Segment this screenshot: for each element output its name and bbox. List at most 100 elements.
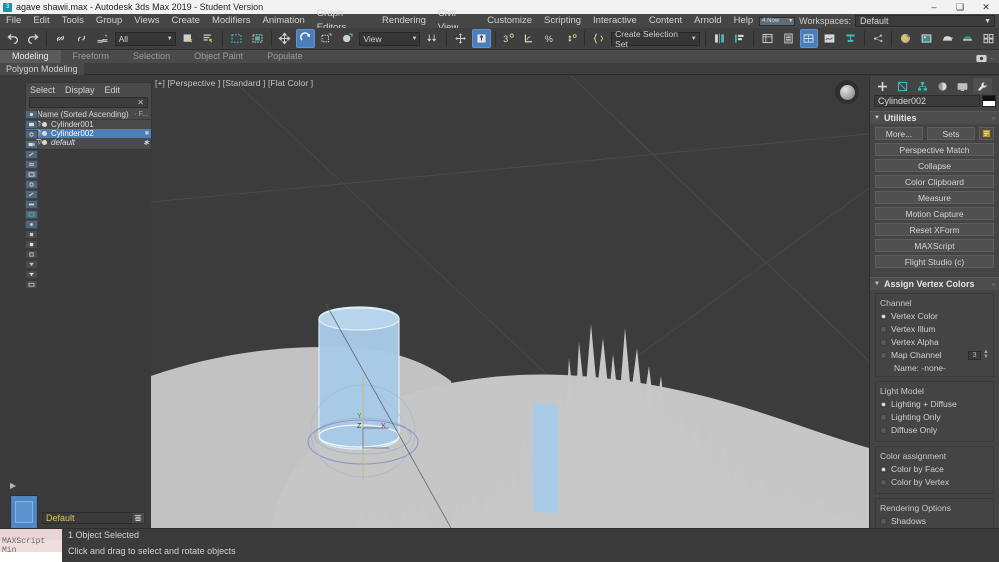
filter-funnel-icon[interactable] [25,270,38,279]
utilities-tab[interactable] [973,78,992,94]
menu-rendering[interactable]: Rendering [376,14,432,28]
layer-explorer-icon[interactable] [758,29,777,48]
motion-capture-button[interactable]: Motion Capture [875,207,994,220]
object-color-swatch[interactable] [982,95,996,107]
color-clipboard-button[interactable]: Color Clipboard [875,175,994,188]
filter-xrefs-icon[interactable] [25,210,38,219]
modify-tab[interactable] [893,78,912,94]
menu-content[interactable]: Content [643,14,688,28]
hierarchy-tab[interactable] [913,78,932,94]
maximize-button[interactable]: ❑ [947,0,973,14]
menu-arnold[interactable]: Arnold [688,14,727,28]
filter-hidden-icon[interactable] [25,220,38,229]
menu-customize[interactable]: Customize [481,14,538,28]
align-objects-icon[interactable] [730,29,749,48]
window-crossing-icon[interactable] [248,29,267,48]
named-selection-sets-icon[interactable] [589,29,608,48]
bind-to-space-warp-icon[interactable] [93,29,112,48]
map-channel-spinner[interactable]: 3 [968,350,982,360]
menu-edit[interactable]: Edit [27,14,55,28]
render-production-icon[interactable] [938,29,957,48]
more-button[interactable]: More... [875,127,923,140]
render-setup-icon[interactable] [896,29,915,48]
radio-vertex-alpha[interactable]: Vertex Alpha [880,337,989,347]
filter-selected-icon[interactable] [25,240,38,249]
menu-animation[interactable]: Animation [257,14,311,28]
filter-shapes-icon[interactable] [25,130,38,139]
scene-explorer-icon[interactable] [779,29,798,48]
create-tab[interactable] [873,78,892,94]
explorer-menu-select[interactable]: Select [30,85,55,95]
redo-button[interactable] [24,29,43,48]
menu-group[interactable]: Group [90,14,128,28]
select-and-place-icon[interactable] [338,29,357,48]
close-button[interactable]: ✕ [973,0,999,14]
selection-filter-combo[interactable]: All ▼ [114,31,176,46]
select-and-link-icon[interactable] [51,29,70,48]
select-and-move-icon[interactable] [275,29,294,48]
explorer-menu-edit[interactable]: Edit [105,85,121,95]
explorer-filter-strip[interactable] [25,110,40,289]
ribbon-tab-selection[interactable]: Selection [121,50,182,63]
radio-lighting-only[interactable]: Lighting Only [880,412,989,422]
menu-help[interactable]: Help [728,14,760,28]
angle-snap-toggle-icon[interactable] [520,29,539,48]
menu-file[interactable]: File [0,14,27,28]
reset-xform-button[interactable]: Reset XForm [875,223,994,236]
ribbon-subtab-polygon-modeling[interactable]: Polygon Modeling [0,62,84,75]
menu-tools[interactable]: Tools [56,14,90,28]
maxscript-listener-input[interactable] [0,552,62,562]
filter-camera-view-icon[interactable] [25,280,38,289]
mirror-geometry-icon[interactable] [710,29,729,48]
list-item[interactable]: 👁 default ✱ [26,138,151,147]
viewport-perspective[interactable]: Y Z X [+] [Perspective ] [Standard ] [Fl… [151,76,869,528]
motion-tab[interactable] [933,78,952,94]
material-preview-slot[interactable] [10,495,38,529]
explorer-expand-handle[interactable]: ▶ [10,480,24,491]
close-icon[interactable]: ✕ [137,98,147,107]
ribbon-tab-modeling[interactable]: Modeling [0,50,61,63]
undo-button[interactable] [3,29,22,48]
filter-sort-icon[interactable] [25,260,38,269]
filter-helpers-icon[interactable] [25,160,38,169]
curve-editor-icon[interactable] [820,29,839,48]
create-selection-set-combo[interactable]: Create Selection Set ▼ [611,29,700,49]
ribbon-tab-populate[interactable]: Populate [255,50,315,63]
maxscript-button[interactable]: MAXScript [875,239,994,252]
radio-lighting-plus-diffuse[interactable]: Lighting + Diffuse [880,399,989,409]
perspective-match-button[interactable]: Perspective Match [875,143,994,156]
menu-create[interactable]: Create [165,14,206,28]
schematic-view-icon[interactable] [841,29,860,48]
select-object-icon[interactable] [179,29,198,48]
radio-vertex-illum[interactable]: Vertex Illum [880,324,989,334]
rendered-frame-window-icon[interactable] [917,29,936,48]
filter-frozen-icon[interactable] [25,230,38,239]
utilities-rollout-header[interactable]: ▼ Utilities ▫ [870,111,999,124]
filter-all-icon[interactable] [25,110,38,119]
ribbon-tab-freeform[interactable]: Freeform [61,50,122,63]
particle-view-icon[interactable] [869,29,888,48]
assign-vertex-colors-header[interactable]: ▼ Assign Vertex Colors ▫ [870,277,999,290]
menu-modifiers[interactable]: Modifiers [206,14,257,28]
collapse-button[interactable]: Collapse [875,159,994,172]
filter-bones-icon[interactable] [25,190,38,199]
render-iterative-icon[interactable] [959,29,978,48]
flight-studio-button[interactable]: Flight Studio (c) [875,255,994,268]
viewport-label[interactable]: [+] [Perspective ] [Standard ] [Flat Col… [155,78,313,88]
mirror-icon[interactable] [451,29,470,48]
measure-button[interactable]: Measure [875,191,994,204]
ribbon-tab-object-paint[interactable]: Object Paint [182,50,255,63]
spinner-snap-toggle-icon[interactable] [562,29,581,48]
radio-color-by-vertex[interactable]: Color by Vertex [880,477,989,487]
configure-button-sets-icon[interactable] [979,127,994,140]
align-icon[interactable] [471,29,491,48]
maxscript-mini-listener[interactable]: MAXScript Min [0,537,62,555]
filter-space-warps-icon[interactable] [25,170,38,179]
command-panel[interactable]: Cylinder002 ▼ Utilities ▫ More... Sets P… [869,76,999,528]
filter-lights-icon[interactable] [25,150,38,159]
ribbon-minimize-icon[interactable]: - [990,54,993,63]
list-item[interactable]: 👁 Cylinder002 ■ [26,129,151,138]
explorer-search-input[interactable]: ✕ [29,97,148,108]
filter-cameras-icon[interactable] [25,140,38,149]
menu-interactive[interactable]: Interactive [587,14,643,28]
